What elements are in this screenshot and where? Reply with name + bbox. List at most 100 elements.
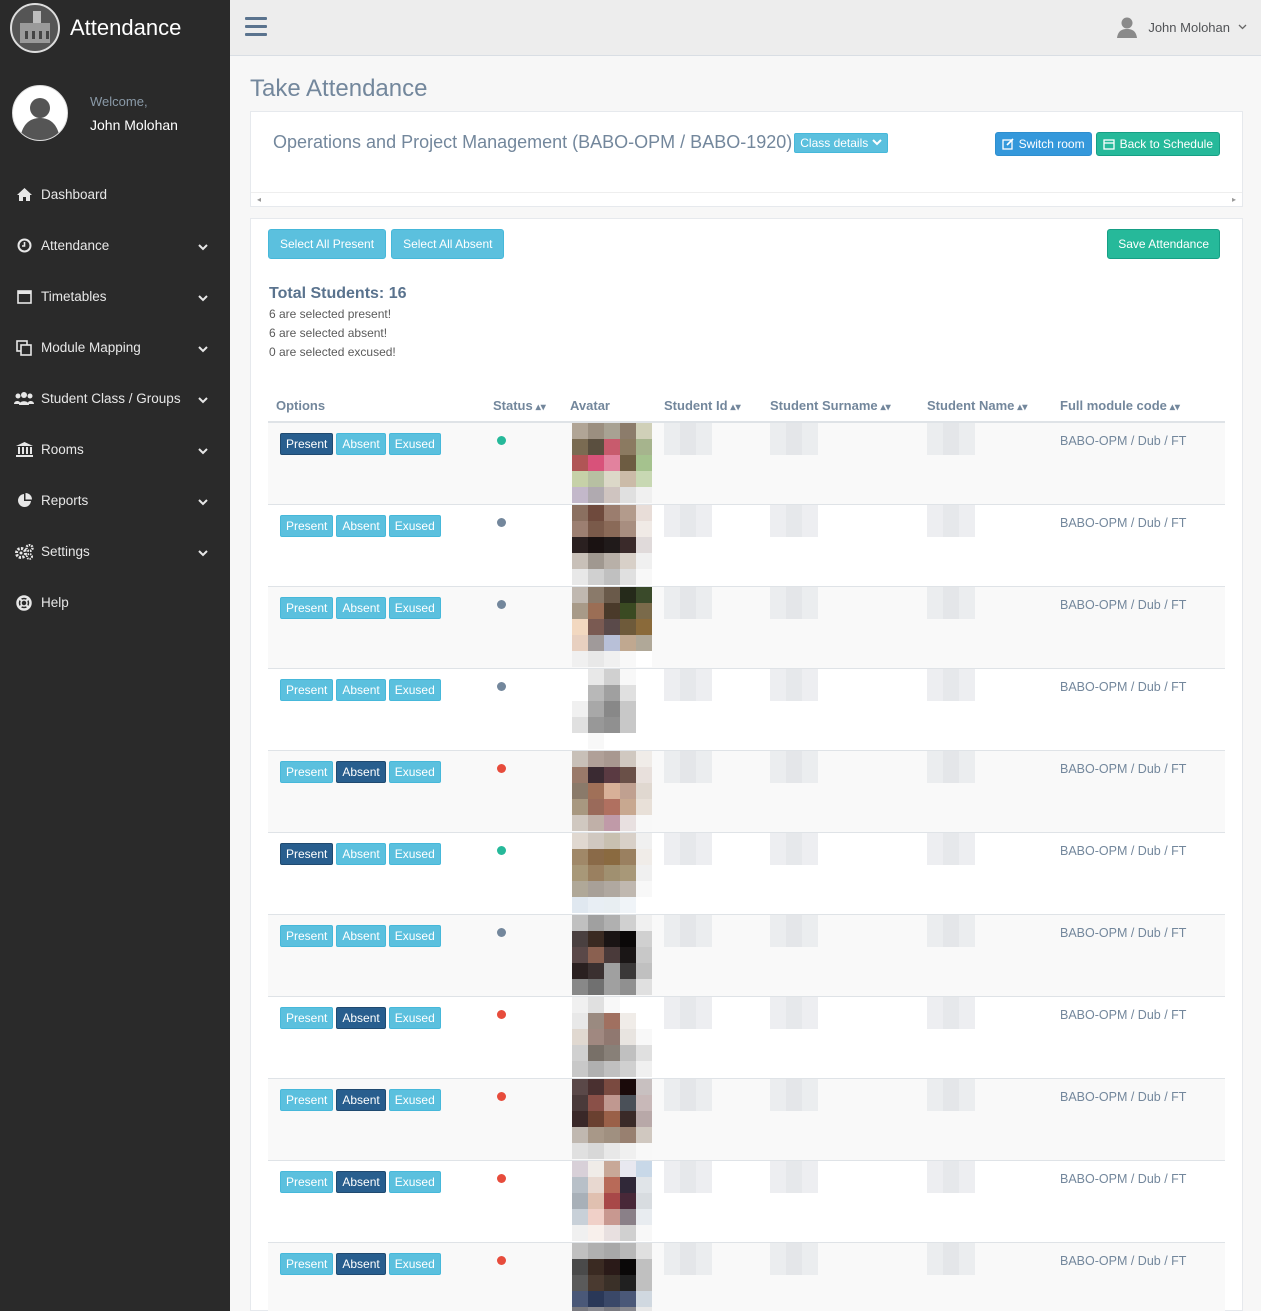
present-button[interactable]: Present (280, 1089, 334, 1111)
sidebar-item-reports[interactable]: Reports (0, 475, 230, 526)
name-cell (919, 996, 1052, 1079)
excused-button[interactable]: Exused (388, 597, 441, 619)
user-menu[interactable]: John Molohan (1116, 16, 1247, 38)
sidebar-item-module-mapping[interactable]: Module Mapping (0, 322, 230, 373)
col-status[interactable]: Status ▴▾ (485, 389, 562, 423)
status-dot (497, 600, 506, 609)
redacted-student-id (664, 833, 762, 865)
student-id-cell (656, 1078, 762, 1161)
excused-button[interactable]: Exused (388, 1253, 441, 1275)
horizontal-scrollbar[interactable]: ◂ ▸ (251, 192, 1242, 206)
present-button[interactable]: Present (280, 843, 334, 865)
status-cell (485, 1242, 562, 1311)
absent-button[interactable]: Absent (336, 1171, 386, 1193)
options-cell: Present Absent Exused (268, 996, 485, 1079)
profile-name: John Molohan (90, 116, 178, 133)
present-button[interactable]: Present (280, 925, 334, 947)
present-button[interactable]: Present (280, 761, 334, 783)
redacted-name (927, 833, 1052, 865)
absent-button[interactable]: Absent (336, 925, 386, 947)
absent-button[interactable]: Absent (336, 433, 386, 455)
col-name[interactable]: Student Name ▴▾ (919, 389, 1052, 423)
table-row: Present Absent Exused BABO-OPM / Dub / FT (268, 422, 1225, 505)
absent-button[interactable]: Absent (336, 597, 386, 619)
excused-button[interactable]: Exused (388, 679, 441, 701)
class-details-button[interactable]: Class details (794, 132, 889, 153)
excused-button[interactable]: Exused (388, 515, 441, 537)
name-cell (919, 1078, 1052, 1161)
brand[interactable]: Attendance (0, 0, 230, 56)
edit-icon (1001, 138, 1014, 150)
module-code: BABO-OPM / Dub / FT (1060, 926, 1187, 940)
absent-button[interactable]: Absent (336, 515, 386, 537)
col-surname[interactable]: Student Surname ▴▾ (762, 389, 919, 423)
sidebar-item-timetables[interactable]: Timetables (0, 271, 230, 322)
module-code-cell: BABO-OPM / Dub / FT (1052, 1078, 1225, 1161)
sidebar-item-help[interactable]: Help (0, 577, 230, 628)
col-avatar: Avatar (562, 389, 656, 423)
sidebar-item-dashboard[interactable]: Dashboard (0, 169, 230, 220)
menu-toggle-icon[interactable] (245, 17, 267, 37)
excused-button[interactable]: Exused (388, 925, 441, 947)
module-code: BABO-OPM / Dub / FT (1060, 762, 1187, 776)
scroll-right-arrow-icon[interactable]: ▸ (1232, 195, 1236, 204)
excused-button[interactable]: Exused (388, 1089, 441, 1111)
status-dot (497, 1010, 506, 1019)
student-id-cell (656, 422, 762, 505)
col-student-id[interactable]: Student Id ▴▾ (656, 389, 762, 423)
chevron-down-icon (198, 443, 208, 458)
avatar-cell (562, 996, 656, 1079)
sort-icon: ▴▾ (880, 401, 891, 413)
sidebar-item-rooms[interactable]: Rooms (0, 424, 230, 475)
sidebar-item-student-class-groups[interactable]: Student Class / Groups (0, 373, 230, 424)
student-id-cell (656, 1242, 762, 1311)
redacted-surname (770, 1243, 919, 1275)
switch-room-button[interactable]: Switch room (994, 132, 1092, 156)
chevron-down-icon (198, 290, 208, 305)
excused-button[interactable]: Exused (388, 1171, 441, 1193)
present-button[interactable]: Present (280, 433, 334, 455)
scroll-left-arrow-icon[interactable]: ◂ (257, 195, 261, 204)
excused-button[interactable]: Exused (388, 1007, 441, 1029)
student-avatar (572, 833, 652, 914)
attendance-panel: Select All Present Select All Absent Sav… (250, 218, 1243, 1311)
surname-cell (762, 750, 919, 833)
present-button[interactable]: Present (280, 679, 334, 701)
absent-button[interactable]: Absent (336, 1007, 386, 1029)
sidebar-item-settings[interactable]: Settings (0, 526, 230, 577)
absent-button[interactable]: Absent (336, 843, 386, 865)
redacted-surname (770, 833, 919, 865)
absent-button[interactable]: Absent (336, 761, 386, 783)
col-module-code[interactable]: Full module code ▴▾ (1052, 389, 1225, 423)
absent-button[interactable]: Absent (336, 1253, 386, 1275)
present-button[interactable]: Present (280, 597, 334, 619)
table-row: Present Absent Exused BABO-OPM / Dub / FT (268, 1160, 1225, 1243)
excused-button[interactable]: Exused (388, 433, 441, 455)
redacted-name (927, 1079, 1052, 1111)
chevron-down-icon (198, 392, 208, 407)
absent-button[interactable]: Absent (336, 679, 386, 701)
total-students: Total Students: 16 (269, 285, 407, 302)
sidebar-item-label: Rooms (41, 442, 84, 457)
back-to-schedule-button[interactable]: Back to Schedule (1095, 132, 1220, 156)
present-button[interactable]: Present (280, 1253, 334, 1275)
page-title: Take Attendance (250, 75, 428, 102)
sidebar-item-attendance[interactable]: Attendance (0, 220, 230, 271)
module-code: BABO-OPM / Dub / FT (1060, 844, 1187, 858)
present-button[interactable]: Present (280, 1007, 334, 1029)
absent-button[interactable]: Absent (336, 1089, 386, 1111)
present-button[interactable]: Present (280, 1171, 334, 1193)
select-all-absent-button[interactable]: Select All Absent (391, 229, 505, 259)
select-all-present-button[interactable]: Select All Present (268, 229, 387, 259)
excused-button[interactable]: Exused (388, 843, 441, 865)
options-cell: Present Absent Exused (268, 586, 485, 669)
clock-icon (14, 238, 34, 253)
status-cell (485, 914, 562, 997)
student-id-cell (656, 504, 762, 587)
save-attendance-button[interactable]: Save Attendance (1107, 229, 1220, 259)
student-avatar (572, 1079, 652, 1160)
present-button[interactable]: Present (280, 515, 334, 537)
excused-button[interactable]: Exused (388, 761, 441, 783)
absent-count: 6 are selected absent! (269, 326, 388, 340)
university-icon (14, 442, 34, 457)
